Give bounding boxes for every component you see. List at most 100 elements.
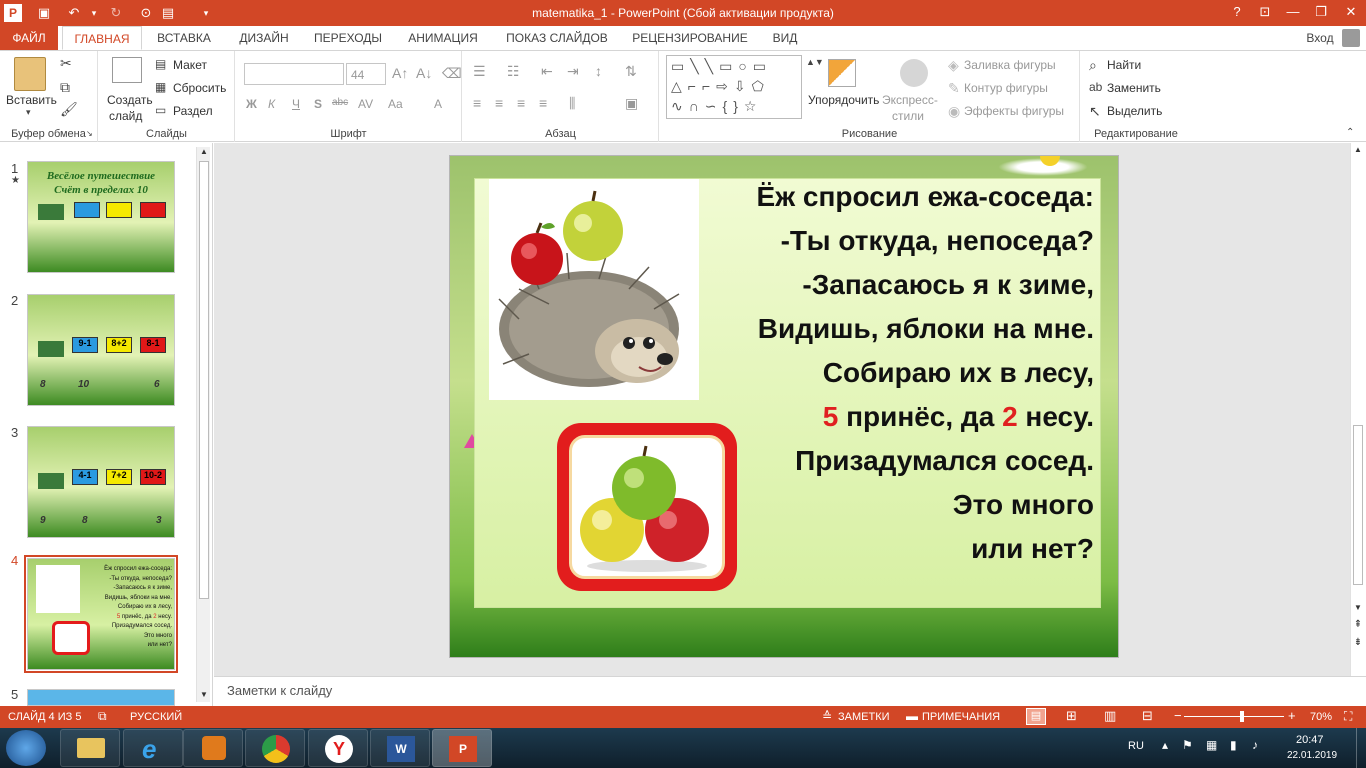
shape-effects-button[interactable]: Эффекты фигуры xyxy=(964,104,1064,118)
slideshow-view-icon[interactable]: ⊟ xyxy=(1142,708,1153,724)
ribbon-display-options-button[interactable]: ⊡ xyxy=(1250,0,1280,26)
scroll-thumb[interactable] xyxy=(1353,425,1363,585)
align-right-icon[interactable]: ≡ xyxy=(517,95,525,111)
zoom-in-icon[interactable]: + xyxy=(1288,708,1296,723)
increase-indent-icon[interactable]: ⇥ xyxy=(567,63,579,80)
reset-button[interactable]: Сбросить xyxy=(173,81,226,95)
yandex-taskbar-icon[interactable]: Y xyxy=(308,729,368,767)
align-center-icon[interactable]: ≡ xyxy=(495,95,503,111)
slide-thumbnail-2[interactable]: 9-1 8+2 8-1 8 10 6 xyxy=(27,294,175,406)
previous-slide-icon[interactable]: ⇞ xyxy=(1352,619,1364,630)
scroll-down-icon[interactable]: ▼ xyxy=(198,690,210,702)
select-button[interactable]: Выделить xyxy=(1107,104,1162,118)
clock-time[interactable]: 20:47 xyxy=(1296,734,1324,746)
text-direction-icon[interactable]: ⇅ xyxy=(625,63,637,80)
chrome-taskbar-icon[interactable] xyxy=(245,729,305,767)
shadow-button[interactable]: S xyxy=(314,97,322,111)
shape-fill-button[interactable]: Заливка фигуры xyxy=(964,58,1056,72)
media-player-taskbar-icon[interactable] xyxy=(183,729,243,767)
tab-view[interactable]: ВИД xyxy=(764,26,806,50)
thumbnails-scrollbar[interactable]: ▲ ▼ xyxy=(196,147,210,702)
underline-button[interactable]: Ч xyxy=(292,97,300,111)
tab-insert[interactable]: ВСТАВКА xyxy=(150,26,218,50)
notes-pane[interactable]: Заметки к слайду xyxy=(214,676,1366,706)
hedgehog-image[interactable] xyxy=(489,179,699,400)
signin-link[interactable]: Вход xyxy=(1300,26,1340,50)
italic-button[interactable]: К xyxy=(268,97,275,111)
normal-view-icon[interactable]: ▤ xyxy=(1026,708,1046,725)
font-name-input[interactable] xyxy=(244,63,344,85)
slide-thumbnail-1[interactable]: Весёлое путешествие Счёт в пределах 10 xyxy=(27,161,175,273)
scroll-down-icon[interactable]: ▼ xyxy=(1352,603,1364,612)
fit-to-window-icon[interactable]: ⛶ xyxy=(1344,709,1352,724)
scroll-up-icon[interactable]: ▲ xyxy=(1352,145,1364,154)
tab-home[interactable]: ГЛАВНАЯ xyxy=(62,26,142,50)
notes-toggle[interactable]: ЗАМЕТКИ xyxy=(838,711,890,723)
find-button[interactable]: Найти xyxy=(1107,58,1141,72)
zoom-level[interactable]: 70% xyxy=(1310,711,1332,723)
minimize-button[interactable]: — xyxy=(1278,0,1308,26)
quick-styles-label-2[interactable]: стили xyxy=(892,109,924,123)
slide-sorter-icon[interactable]: ⊞ xyxy=(1066,708,1077,724)
format-painter-icon[interactable]: 🖌 xyxy=(60,101,78,118)
decrease-font-icon[interactable]: A↓ xyxy=(416,65,432,81)
clear-format-icon[interactable]: ⌫ xyxy=(442,65,462,82)
shapes-gallery[interactable]: ▭╲╲▭○▭ △⌐⌐⇨⇩⬠ ∿∩∽{}☆ xyxy=(666,55,802,119)
main-scrollbar[interactable]: ▲ ▼ ⇞ ⇟ xyxy=(1350,143,1364,676)
network-icon[interactable]: ▦ xyxy=(1206,738,1217,752)
section-button[interactable]: Раздел xyxy=(173,104,213,118)
shapes-row-1[interactable]: ▭╲╲▭○▭ xyxy=(671,58,772,75)
close-button[interactable]: ✕ xyxy=(1336,0,1366,26)
start-button-icon[interactable] xyxy=(6,730,46,766)
explorer-taskbar-icon[interactable] xyxy=(60,729,120,767)
tab-review[interactable]: РЕЦЕНЗИРОВАНИЕ xyxy=(626,26,754,50)
strikethrough-button[interactable]: abc xyxy=(332,97,348,108)
reading-view-icon[interactable]: ▥ xyxy=(1104,708,1116,724)
quick-styles-icon[interactable] xyxy=(900,59,928,87)
shapes-row-3[interactable]: ∿∩∽{}☆ xyxy=(671,98,762,115)
zoom-slider-thumb[interactable] xyxy=(1240,711,1244,722)
new-slide-label-1[interactable]: Создать xyxy=(107,93,153,107)
spellcheck-icon[interactable]: ⧉ xyxy=(98,709,107,724)
scroll-thumb[interactable] xyxy=(199,161,209,599)
arrange-button[interactable]: Упорядочить xyxy=(808,93,879,107)
powerpoint-taskbar-icon[interactable]: P xyxy=(432,729,492,767)
volume-icon[interactable]: ♪ xyxy=(1252,738,1258,752)
font-color-button[interactable]: A xyxy=(434,97,442,111)
layout-button[interactable]: Макет xyxy=(173,58,207,72)
shape-outline-button[interactable]: Контур фигуры xyxy=(964,81,1048,95)
columns-icon[interactable]: ⫼ xyxy=(569,95,575,112)
align-left-icon[interactable]: ≡ xyxy=(473,95,481,111)
maximize-button[interactable]: ❐ xyxy=(1306,0,1336,26)
slide-thumbnail-3[interactable]: 4-1 7+2 10-2 9 8 3 xyxy=(27,426,175,538)
tab-file[interactable]: ФАЙЛ xyxy=(0,26,58,50)
slide-thumbnail-4[interactable]: Ёж спросил ежа-соседа: -Ты откуда, непос… xyxy=(24,555,178,673)
tab-slideshow[interactable]: ПОКАЗ СЛАЙДОВ xyxy=(498,26,616,50)
paste-button[interactable]: Вставить xyxy=(6,93,57,107)
increase-font-icon[interactable]: A↑ xyxy=(392,65,408,81)
bold-button[interactable]: Ж xyxy=(246,97,257,111)
smartart-icon[interactable]: ▣ xyxy=(625,95,638,112)
cut-icon[interactable]: ✂ xyxy=(60,55,72,72)
notes-placeholder[interactable]: Заметки к слайду xyxy=(227,683,332,698)
scroll-up-icon[interactable]: ▲ xyxy=(198,147,210,159)
user-avatar-icon[interactable] xyxy=(1342,29,1360,47)
ie-taskbar-icon[interactable]: e xyxy=(123,729,183,767)
comments-toggle[interactable]: ПРИМЕЧАНИЯ xyxy=(922,711,1000,723)
line-spacing-icon[interactable]: ↕ xyxy=(595,63,602,79)
slide-thumbnail-5[interactable] xyxy=(27,689,175,706)
clipboard-launcher-icon[interactable]: ↘ xyxy=(86,129,93,138)
tab-design[interactable]: ДИЗАЙН xyxy=(230,26,298,50)
zoom-slider[interactable] xyxy=(1184,711,1284,722)
shapes-row-2[interactable]: △⌐⌐⇨⇩⬠ xyxy=(671,78,770,95)
apples-frame[interactable] xyxy=(557,423,737,591)
paste-dropdown-icon[interactable]: ▾ xyxy=(26,107,31,118)
zoom-out-icon[interactable]: − xyxy=(1174,708,1182,723)
change-case-button[interactable]: Aa xyxy=(388,97,403,111)
language-indicator[interactable]: РУССКИЙ xyxy=(130,711,182,723)
paste-icon[interactable] xyxy=(14,57,46,91)
new-slide-icon[interactable] xyxy=(112,57,142,83)
shapes-scroll-icon[interactable]: ▲▼ xyxy=(806,57,824,67)
char-spacing-button[interactable]: AV xyxy=(358,97,373,111)
show-desktop-button[interactable] xyxy=(1356,728,1366,768)
